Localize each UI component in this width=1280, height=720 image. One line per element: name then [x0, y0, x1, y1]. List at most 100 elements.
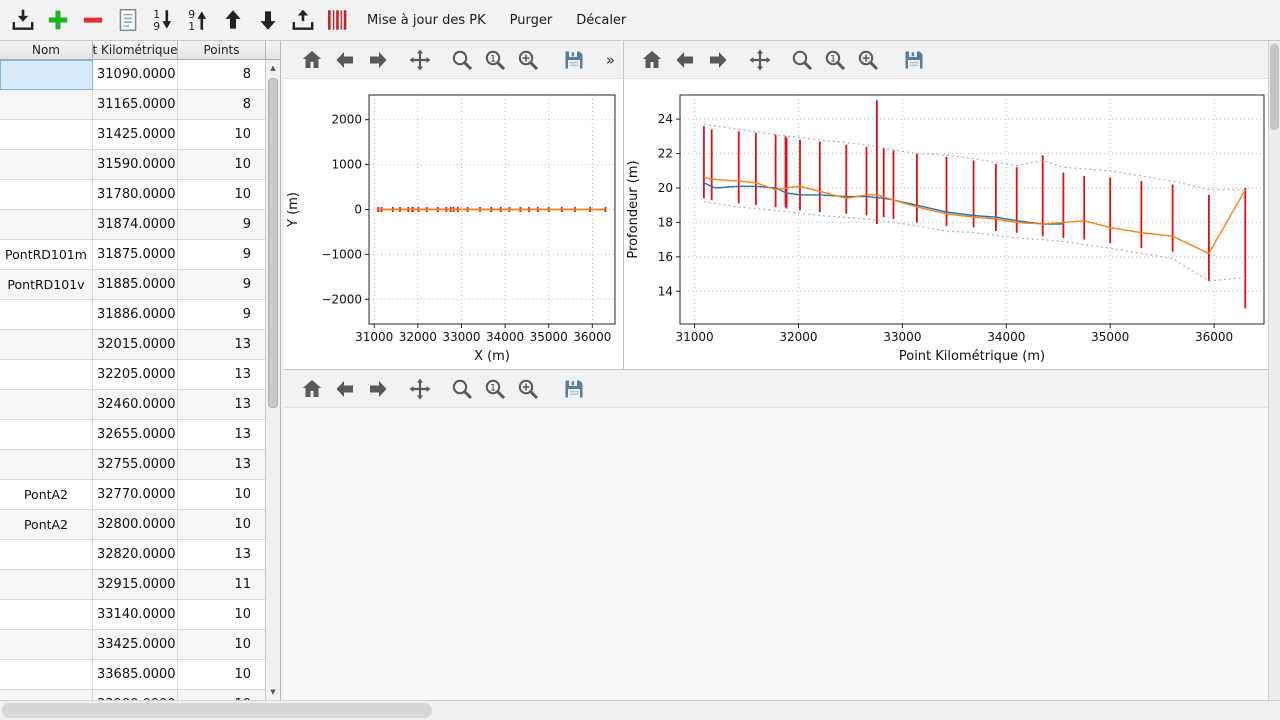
cell-points[interactable]: 13: [178, 360, 266, 390]
cell-pk[interactable]: 32460.0000: [93, 390, 178, 420]
table-row[interactable]: 31090.00008: [0, 60, 266, 90]
cell-points[interactable]: 9: [178, 240, 266, 270]
zoom-icon[interactable]: [450, 377, 474, 401]
cell-pk[interactable]: 31780.0000: [93, 180, 178, 210]
cell-nom[interactable]: [0, 630, 93, 660]
cell-points[interactable]: 13: [178, 330, 266, 360]
cell-nom[interactable]: [0, 690, 93, 700]
cell-nom[interactable]: PontA2: [0, 510, 93, 540]
table-row[interactable]: 32205.000013: [0, 360, 266, 390]
cell-points[interactable]: 13: [178, 420, 266, 450]
table-row[interactable]: 31780.000010: [0, 180, 266, 210]
cell-nom[interactable]: PontRD101m: [0, 240, 93, 270]
forward-icon[interactable]: [366, 377, 390, 401]
table-row[interactable]: 32915.000011: [0, 570, 266, 600]
table-scrollbar[interactable]: ▲ ▼: [265, 60, 280, 700]
table-row[interactable]: PontRD101v31885.00009: [0, 270, 266, 300]
remove-icon[interactable]: [80, 7, 106, 33]
zoom-rect-icon[interactable]: [516, 48, 540, 72]
cell-nom[interactable]: [0, 60, 93, 90]
horizontal-scrollbar[interactable]: [0, 700, 1280, 720]
export-icon[interactable]: [290, 7, 316, 33]
save-icon[interactable]: [902, 48, 926, 72]
scroll-up-icon[interactable]: ▲: [266, 61, 280, 75]
forward-icon[interactable]: [706, 48, 730, 72]
table-row[interactable]: PontA232770.000010: [0, 480, 266, 510]
table-row[interactable]: 33140.000010: [0, 600, 266, 630]
cell-nom[interactable]: [0, 300, 93, 330]
table-row[interactable]: 31165.00008: [0, 90, 266, 120]
purge-button[interactable]: Purger: [502, 8, 561, 33]
save-icon[interactable]: [562, 377, 586, 401]
table-row[interactable]: 31590.000010: [0, 150, 266, 180]
cell-pk[interactable]: 31090.0000: [93, 60, 178, 90]
cell-points[interactable]: 10: [178, 630, 266, 660]
table-row[interactable]: 32015.000013: [0, 330, 266, 360]
pan-icon[interactable]: [408, 48, 432, 72]
cell-points[interactable]: 10: [178, 150, 266, 180]
cell-points[interactable]: 13: [178, 390, 266, 420]
xy-plot-canvas[interactable]: 310003200033000340003500036000200010000−…: [284, 79, 623, 369]
zoom-icon[interactable]: [790, 48, 814, 72]
move-down-icon[interactable]: [255, 7, 281, 33]
cell-pk[interactable]: 32915.0000: [93, 570, 178, 600]
table-row[interactable]: 33425.000010: [0, 630, 266, 660]
back-icon[interactable]: [673, 48, 697, 72]
pan-icon[interactable]: [748, 48, 772, 72]
zoom-rect-icon[interactable]: [516, 377, 540, 401]
cell-points[interactable]: 10: [178, 480, 266, 510]
column-header-points[interactable]: Points: [178, 41, 266, 59]
cell-points[interactable]: 10: [178, 690, 266, 700]
cell-pk[interactable]: 33900.0000: [93, 690, 178, 700]
cell-nom[interactable]: [0, 330, 93, 360]
cell-points[interactable]: 10: [178, 600, 266, 630]
cell-nom[interactable]: PontRD101v: [0, 270, 93, 300]
cell-pk[interactable]: 31425.0000: [93, 120, 178, 150]
cell-nom[interactable]: [0, 120, 93, 150]
home-icon[interactable]: [300, 377, 324, 401]
column-header-pk[interactable]: t Kilométrique: [93, 41, 178, 59]
barcode-icon[interactable]: [325, 7, 351, 33]
right-scrollbar[interactable]: [1268, 41, 1280, 700]
cell-pk[interactable]: 31165.0000: [93, 90, 178, 120]
cell-pk[interactable]: 33140.0000: [93, 600, 178, 630]
sort-asc-icon[interactable]: 91: [185, 7, 211, 33]
zoom-one-icon[interactable]: 1: [483, 48, 507, 72]
zoom-one-icon[interactable]: 1: [823, 48, 847, 72]
cell-pk[interactable]: 32820.0000: [93, 540, 178, 570]
cell-pk[interactable]: 33685.0000: [93, 660, 178, 690]
zoom-one-icon[interactable]: 1: [483, 377, 507, 401]
table-row[interactable]: 31886.00009: [0, 300, 266, 330]
home-icon[interactable]: [640, 48, 664, 72]
cell-pk[interactable]: 32015.0000: [93, 330, 178, 360]
cell-points[interactable]: 9: [178, 270, 266, 300]
empty-plot-canvas[interactable]: [284, 408, 1268, 700]
cell-pk[interactable]: 32770.0000: [93, 480, 178, 510]
home-icon[interactable]: [300, 48, 324, 72]
cell-pk[interactable]: 33425.0000: [93, 630, 178, 660]
cell-points[interactable]: 9: [178, 210, 266, 240]
cell-points[interactable]: 11: [178, 570, 266, 600]
table-row[interactable]: 31874.00009: [0, 210, 266, 240]
table-row[interactable]: 32460.000013: [0, 390, 266, 420]
table-row[interactable]: 32655.000013: [0, 420, 266, 450]
cell-nom[interactable]: [0, 540, 93, 570]
cell-nom[interactable]: PontA2: [0, 480, 93, 510]
cell-pk[interactable]: 32205.0000: [93, 360, 178, 390]
cell-pk[interactable]: 31885.0000: [93, 270, 178, 300]
move-up-icon[interactable]: [220, 7, 246, 33]
cell-nom[interactable]: [0, 390, 93, 420]
cell-nom[interactable]: [0, 600, 93, 630]
cell-points[interactable]: 10: [178, 660, 266, 690]
horizontal-scrollbar-thumb[interactable]: [2, 703, 432, 718]
cell-nom[interactable]: [0, 90, 93, 120]
cell-pk[interactable]: 31590.0000: [93, 150, 178, 180]
cell-pk[interactable]: 32800.0000: [93, 510, 178, 540]
cell-nom[interactable]: [0, 150, 93, 180]
shift-button[interactable]: Décaler: [568, 8, 634, 33]
back-icon[interactable]: [333, 377, 357, 401]
back-icon[interactable]: [333, 48, 357, 72]
import-icon[interactable]: [10, 7, 36, 33]
zoom-rect-icon[interactable]: [856, 48, 880, 72]
scroll-down-icon[interactable]: ▼: [266, 685, 280, 699]
